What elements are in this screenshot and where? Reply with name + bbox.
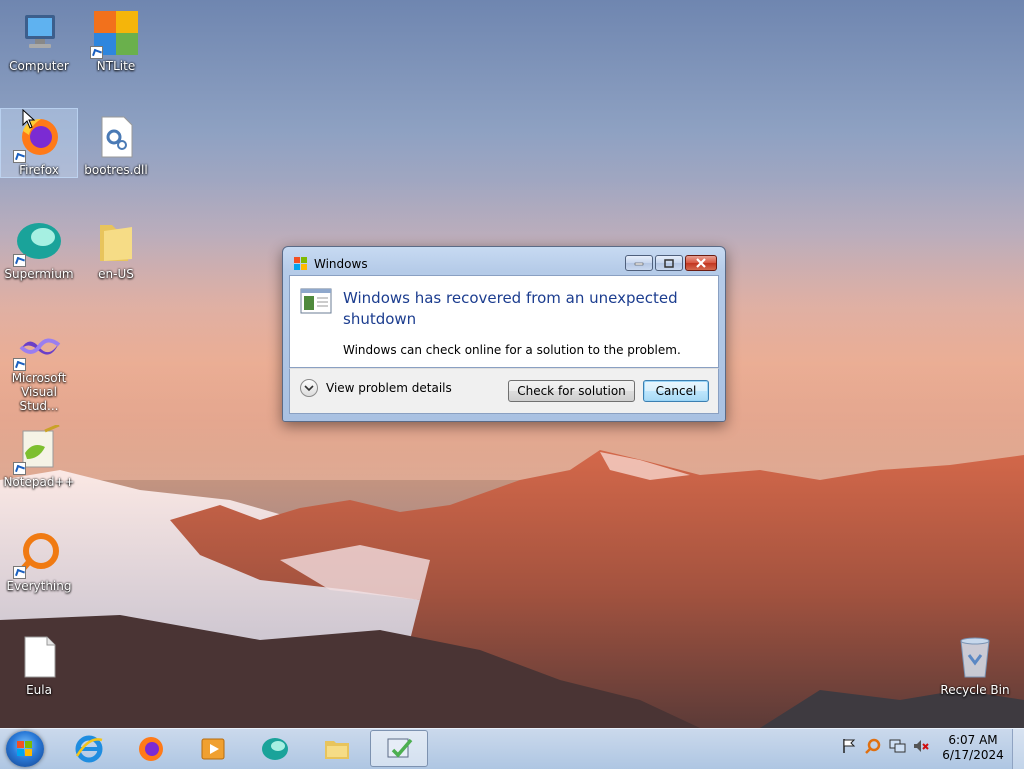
clock-time: 6:07 AM [948,733,998,747]
flag-icon[interactable] [840,737,858,755]
taskbar-media-player[interactable] [184,730,242,767]
check-for-solution-button[interactable]: Check for solution [508,380,635,402]
taskbar-clock[interactable]: 6:07 AM 6/17/2024 [940,733,1006,763]
close-icon [696,258,706,268]
explorer-folder-icon [325,740,349,759]
desktop-icon-label: NTLite [96,59,136,73]
chevron-down-icon[interactable] [300,379,318,397]
computer-icon [15,9,63,57]
desktop-icon-label: Eula [26,683,52,697]
supermium-icon [13,217,63,267]
desktop-icon-everything[interactable]: Everything [1,525,77,593]
start-button[interactable] [6,731,44,767]
desktop-icon-label: bootres.dll [84,163,148,177]
taskbar-firefox[interactable] [122,730,180,767]
maximize-button[interactable] [655,255,683,271]
everything-icon [13,529,63,579]
dialog-footer: View problem details Check for solution … [289,368,719,414]
main-instruction: Windows has recovered from an unexpected… [343,289,678,328]
ntlite-icon [90,9,140,59]
desktop-icon-firefox[interactable]: Firefox [0,108,78,178]
desktop-icon-label: Everything [6,579,72,593]
close-button[interactable] [685,255,717,271]
internet-explorer-icon [75,735,103,762]
cancel-button[interactable]: Cancel [643,380,709,402]
minimize-icon [634,262,644,266]
content-text: Windows can check online for a solution … [343,343,681,357]
desktop-icon-en-us[interactable]: en-US [78,213,154,281]
desktop-icon-ntlite[interactable]: NTLite [78,5,154,73]
media-player-icon [201,738,225,759]
desktop-icon-label: Supermium [4,267,74,281]
folder-icon [92,217,140,265]
desktop-icon-recycle-bin[interactable]: Recycle Bin [937,629,1013,697]
windows-logo-icon [17,741,32,756]
view-details-label[interactable]: View problem details [326,381,452,395]
text-file-icon [15,633,63,681]
dll-file-icon [92,113,140,161]
desktop-icon-eula[interactable]: Eula [1,629,77,697]
desktop-icon-label: Firefox [19,163,59,177]
search-tray-icon[interactable] [864,737,882,755]
firefox-icon [139,736,163,761]
desktop-icon-label: en-US [98,267,134,281]
show-desktop-button[interactable] [1012,729,1024,769]
window-recovered-icon [300,288,332,314]
desktop-icon-label: Notepad++ [3,475,75,489]
dialog-titlebar[interactable]: Windows [293,256,368,272]
windows-flag-icon [294,257,307,270]
minimize-button[interactable] [625,255,653,271]
desktop-icon-bootres[interactable]: bootres.dll [78,109,154,177]
volume-muted-icon[interactable] [912,737,930,755]
maximize-icon [664,258,674,268]
dialog-content: Windows has recovered from an unexpected… [289,275,719,368]
network-icon[interactable] [888,737,906,755]
mouse-cursor-icon [22,109,36,129]
desktop-icon-computer[interactable]: Computer [1,5,77,73]
taskbar-active-dialog[interactable] [370,730,428,767]
desktop[interactable]: Computer Firefox Supermium Microsoft Vis… [0,0,1024,728]
system-tray [840,737,930,755]
visual-studio-icon [13,321,63,371]
dialog-title: Windows [314,257,368,271]
desktop-icon-label: Microsoft Visual Stud... [11,371,67,413]
desktop-icon-label: Recycle Bin [940,683,1010,697]
desktop-icon-visual-studio[interactable]: Microsoft Visual Stud... [1,317,77,413]
supermium-icon [262,737,288,760]
taskbar-explorer[interactable] [308,730,366,767]
taskbar-supermium[interactable] [246,730,304,767]
recovery-dialog[interactable]: Windows Windows has recovered from an un… [282,246,726,422]
desktop-icon-supermium[interactable]: Supermium [1,213,77,281]
action-center-app-icon [387,738,413,758]
clock-date: 6/17/2024 [942,748,1004,762]
desktop-icon-notepadpp[interactable]: Notepad++ [1,421,77,489]
recycle-bin-icon [951,633,999,681]
desktop-icon-label: Computer [9,59,69,73]
view-details-toggle[interactable]: View problem details [300,379,452,397]
taskbar: 6:07 AM 6/17/2024 [0,728,1024,769]
taskbar-internet-explorer[interactable] [60,730,118,767]
notepadpp-icon [13,423,63,475]
